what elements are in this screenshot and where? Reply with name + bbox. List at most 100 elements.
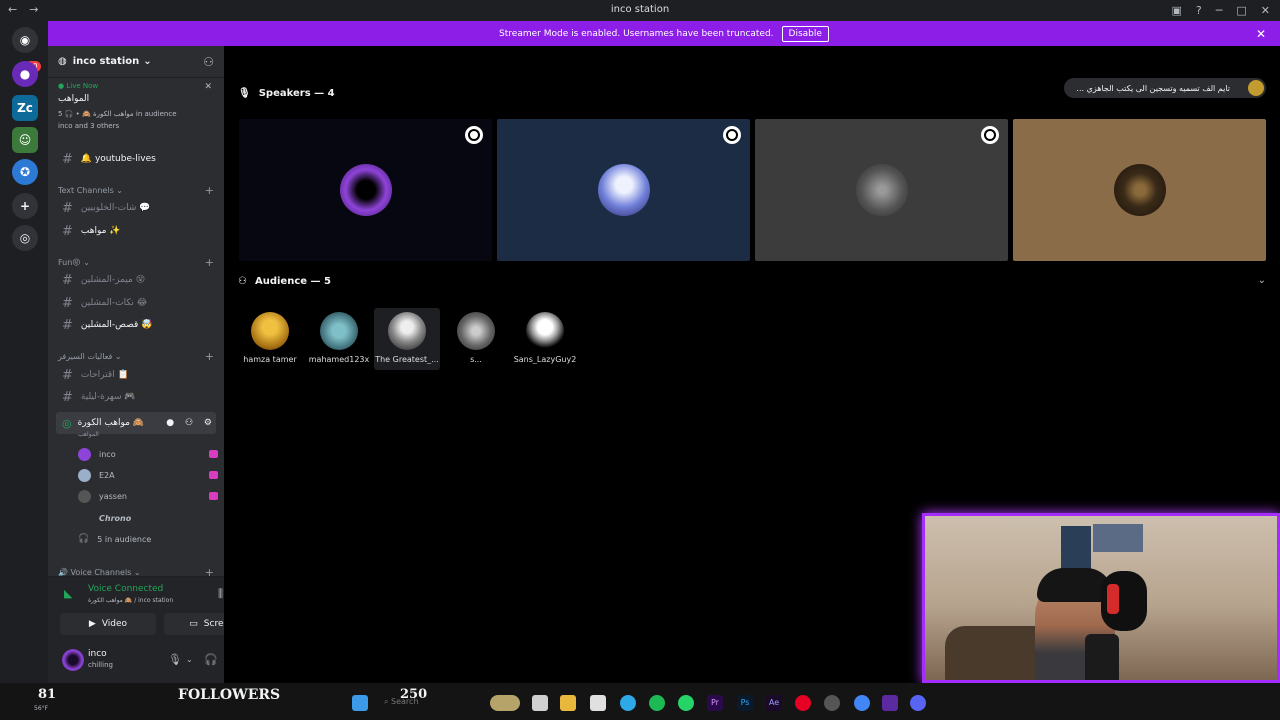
channel-youtube-lives[interactable]: # 🔔 youtube-lives <box>56 150 216 168</box>
live-event-card[interactable]: ● Live Now ✕ المواهب مواهب الكورة 🙈 • 🎧 … <box>48 78 224 134</box>
member-inco[interactable]: inco <box>78 446 218 462</box>
discord-taskbar-icon[interactable] <box>910 695 926 711</box>
server-globe[interactable]: ✪ <box>12 159 38 185</box>
whatsapp-icon[interactable] <box>678 695 694 711</box>
photoshop-icon[interactable]: Ps <box>737 695 753 711</box>
member-chrono[interactable]: Chrono <box>78 510 218 526</box>
premiere-icon[interactable]: Pr <box>707 695 723 711</box>
followers-label: FOLLOWERS <box>178 687 281 703</box>
channel-night-party[interactable]: # سهرة-ليلية 🎮 <box>56 388 216 406</box>
audience-header: ⚇ Audience — 5 <box>238 276 331 287</box>
add-channel-icon[interactable]: + <box>205 350 214 363</box>
disable-button[interactable]: Disable <box>781 25 829 42</box>
chevron-down-icon[interactable]: ⌄ <box>1258 275 1266 286</box>
category-server-events[interactable]: فعاليات السيرفر ⌄ + <box>58 350 214 363</box>
windows-start-icon[interactable] <box>352 695 368 711</box>
inbox-icon[interactable]: ▣ <box>1172 4 1182 17</box>
steam-icon[interactable] <box>824 695 840 711</box>
close-window-icon[interactable]: ✕ <box>1261 4 1270 17</box>
minimize-icon[interactable]: ─ <box>1216 4 1223 17</box>
category-fun[interactable]: Fun😝 ⌄ + <box>58 256 214 269</box>
speaker-tile[interactable] <box>239 119 492 261</box>
widgets-icon[interactable] <box>490 695 520 711</box>
avatar <box>78 468 91 482</box>
banner-text: Streamer Mode is enabled. Usernames have… <box>499 28 774 39</box>
speaker-tile[interactable] <box>1013 119 1266 261</box>
stage-topic-pill[interactable]: ... تايم الف تسميه وتسجين الى يكتب الجاه… <box>1064 78 1266 98</box>
audience-member[interactable]: hamza tamer <box>237 308 303 370</box>
speaker-tile[interactable] <box>755 119 1008 261</box>
podcast-icon[interactable] <box>882 695 898 711</box>
screen-icon: ▭ <box>189 619 198 629</box>
channel-text-1[interactable]: # شات-الخلوبيين 💬 <box>56 199 216 217</box>
search-box[interactable]: ⌕ Search <box>384 697 419 707</box>
discord-home-icon[interactable]: ◉ <box>12 27 38 53</box>
user-avatar[interactable] <box>62 649 84 671</box>
file-explorer-icon[interactable] <box>560 695 576 711</box>
channel-text-2[interactable]: # مواهب ✨ <box>56 222 216 240</box>
avatar <box>78 511 91 525</box>
channel-fun-3[interactable]: # قصص-المشلين 🤯 <box>56 316 216 334</box>
speakers-header: 🎙 Speakers — 4 <box>238 88 335 99</box>
maximize-icon[interactable]: □ <box>1236 4 1246 17</box>
hash-icon: # <box>62 295 73 311</box>
microphone-icon[interactable]: 🎙 <box>168 653 182 666</box>
audience-icon: ⚇ <box>238 276 247 287</box>
live-status: ● Live Now <box>58 82 99 90</box>
streaming-icon <box>209 450 218 458</box>
edge-icon[interactable] <box>620 695 636 711</box>
video-button[interactable]: ▶ Video <box>60 613 156 635</box>
spotify-icon[interactable] <box>649 695 665 711</box>
after-effects-icon[interactable]: Ae <box>766 695 782 711</box>
noise-suppression-icon[interactable]: ⫼ <box>218 587 223 601</box>
signal-icon: ◣ <box>64 587 73 600</box>
stage-topic: المواهب <box>78 431 99 438</box>
audience-member[interactable]: mahamed123x <box>306 308 372 370</box>
pinterest-icon[interactable] <box>795 695 811 711</box>
server-inco-station[interactable]: ● <box>12 61 38 87</box>
audience-member[interactable]: Sans_LazyGuy2 <box>512 308 578 370</box>
hash-icon: # <box>62 223 73 239</box>
category-text-channels[interactable]: Text Channels ⌄ + <box>58 184 214 197</box>
stage-actions[interactable]: ● ⚇ ⚙ <box>166 418 216 428</box>
voice-status: Voice Connected <box>88 584 164 594</box>
explore-icon[interactable]: ◎ <box>12 225 38 251</box>
headphones-icon[interactable]: 🎧 <box>204 653 218 666</box>
channel-fun-2[interactable]: # نكات-المشلين 😂 <box>56 294 216 312</box>
close-banner-icon[interactable]: ✕ <box>1256 27 1266 41</box>
channel-fun-1[interactable]: # ميمز-المشلين 😵 <box>56 271 216 289</box>
speaker-avatar <box>1113 164 1166 216</box>
speaker-avatar <box>339 164 392 216</box>
weather-temp: 56°F <box>34 705 49 712</box>
task-view-icon[interactable] <box>532 695 548 711</box>
voice-location[interactable]: مواهب الكورة 🙈 / inco station <box>88 597 173 604</box>
add-channel-icon[interactable]: + <box>205 256 214 269</box>
member-yassen[interactable]: yassen <box>78 488 218 504</box>
chevron-down-icon[interactable]: ⌄ <box>186 655 193 664</box>
username: inco <box>88 649 107 659</box>
chrome-icon[interactable] <box>854 695 870 711</box>
member-e2a[interactable]: E2A <box>78 467 218 483</box>
add-server-icon[interactable]: + <box>12 193 38 219</box>
server-zc[interactable]: Zc <box>12 95 38 121</box>
add-channel-icon[interactable]: + <box>205 184 214 197</box>
server-header[interactable]: ◍ inco station ⌄ ⚇ <box>48 46 224 78</box>
channel-suggestions[interactable]: # اقتراحات 📋 <box>56 366 216 384</box>
server-avatar[interactable]: ☺ <box>12 127 38 153</box>
store-icon[interactable] <box>590 695 606 711</box>
live-title: المواهب <box>58 94 90 104</box>
audience-member[interactable]: s... <box>443 308 509 370</box>
taskbar: 81 56°F FOLLOWERS 250 ⌕ Search Pr Ps Ae <box>0 683 1280 720</box>
speaker-tile[interactable] <box>497 119 750 261</box>
add-member-icon[interactable]: ⚇ <box>203 55 214 69</box>
help-icon[interactable]: ? <box>1196 4 1202 17</box>
streaming-icon <box>209 492 218 500</box>
window-title: inco station <box>610 4 670 15</box>
audience-count[interactable]: 🎧 5 in audience <box>78 531 218 547</box>
hash-icon: # <box>62 272 73 288</box>
audience-member[interactable]: The Greatest_... <box>374 308 440 370</box>
hash-icon: # <box>62 151 73 167</box>
close-live-icon[interactable]: ✕ <box>204 82 212 92</box>
window-controls: ▣ ? ─ □ ✕ <box>1172 0 1280 21</box>
moderator-icon <box>465 126 483 144</box>
